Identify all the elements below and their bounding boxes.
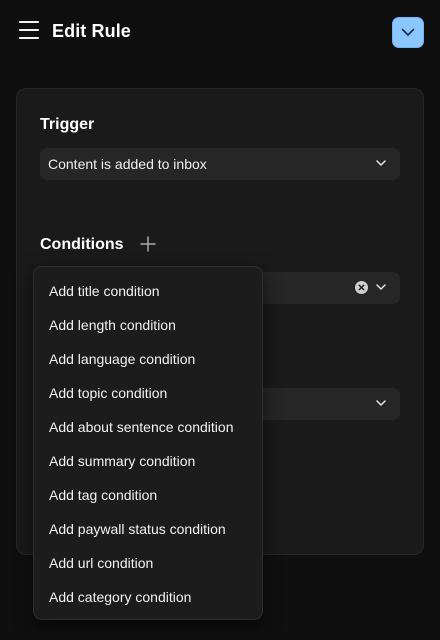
menu-item-url[interactable]: Add url condition — [49, 551, 153, 575]
menu-item-tag[interactable]: Add tag condition — [49, 483, 157, 507]
chevron-down-icon — [376, 160, 386, 166]
chevron-down-icon — [401, 28, 415, 36]
app: Edit Rule Trigger Content is added to in… — [0, 0, 440, 640]
menu-item-paywall-status[interactable]: Add paywall status condition — [49, 517, 226, 541]
chevron-down-icon — [376, 284, 386, 290]
header-dropdown-button[interactable] — [392, 17, 424, 48]
menu-item-summary[interactable]: Add summary condition — [49, 449, 195, 473]
menu-item-topic[interactable]: Add topic condition — [49, 381, 167, 405]
menu-item-about-sentence[interactable]: Add about sentence condition — [49, 415, 233, 439]
menu-item-language[interactable]: Add language condition — [49, 347, 195, 371]
trigger-select-value: Content is added to inbox — [48, 156, 207, 172]
add-condition-menu: Add title condition Add length condition… — [33, 266, 263, 620]
trigger-select[interactable]: Content is added to inbox — [40, 148, 400, 180]
trigger-label: Trigger — [40, 116, 95, 133]
x-mark-icon — [358, 284, 365, 291]
menu-item-length[interactable]: Add length condition — [49, 313, 176, 337]
conditions-label: Conditions — [40, 236, 124, 253]
menu-item-category[interactable]: Add category condition — [49, 585, 191, 609]
add-condition-plus-icon[interactable] — [139, 235, 157, 253]
page-title: Edit Rule — [52, 21, 131, 41]
clear-icon[interactable] — [355, 281, 368, 294]
chevron-down-icon — [376, 400, 386, 406]
header: Edit Rule — [0, 0, 440, 64]
hamburger-menu-icon[interactable] — [19, 21, 39, 39]
menu-item-title[interactable]: Add title condition — [49, 279, 160, 303]
